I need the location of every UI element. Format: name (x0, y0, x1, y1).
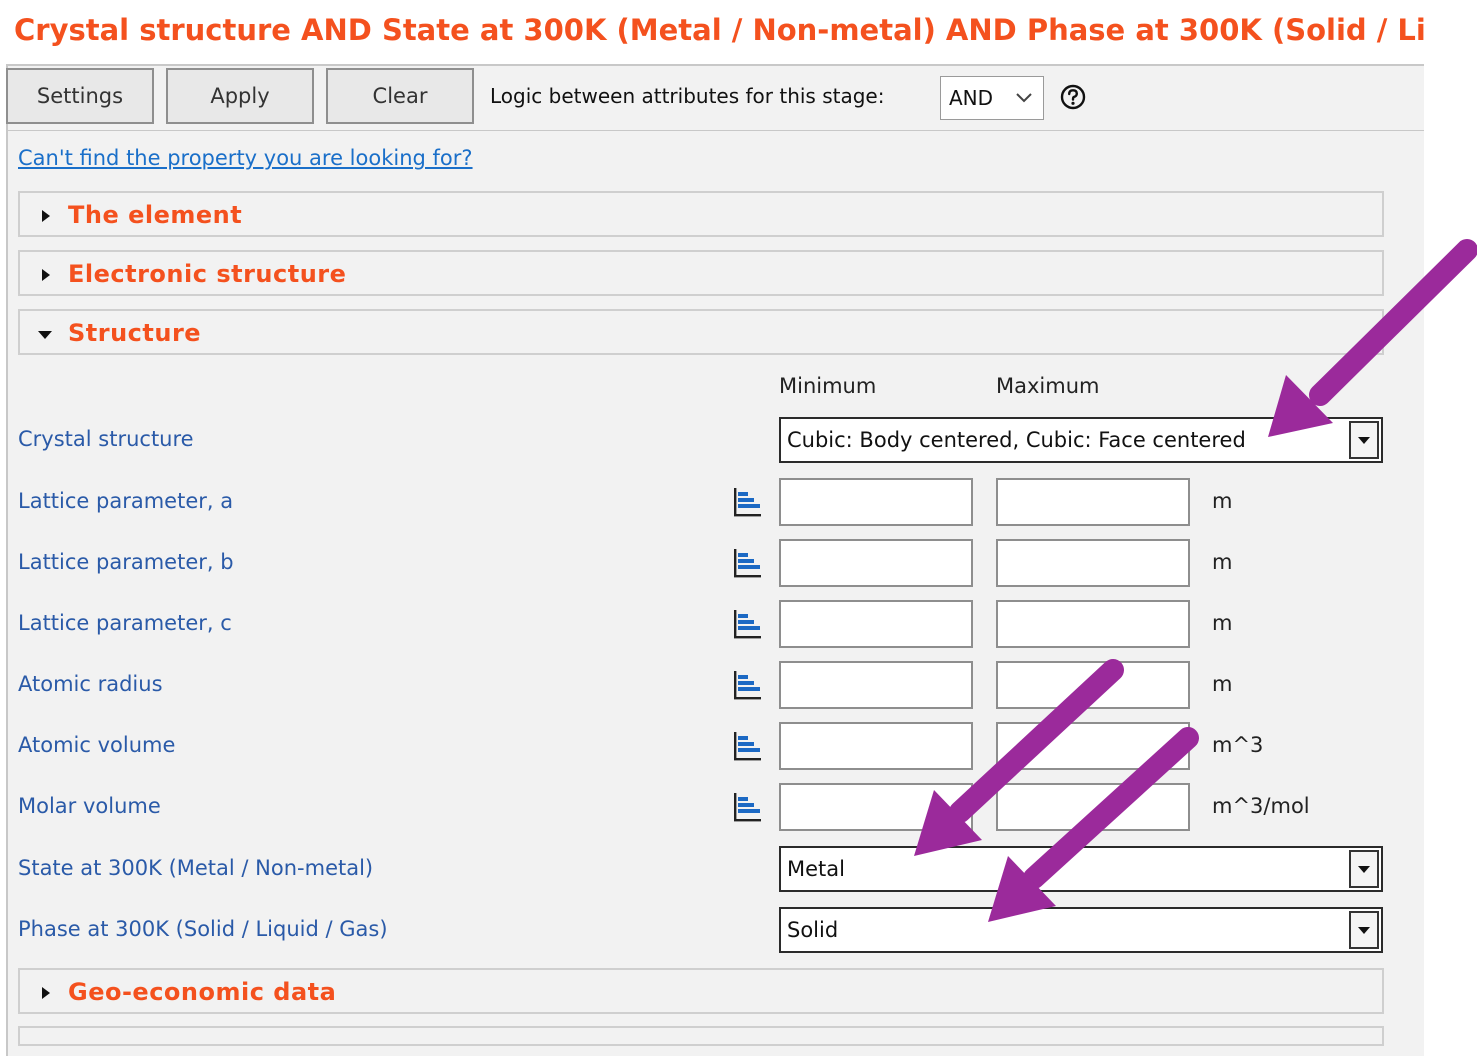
histogram-chart-icon[interactable] (730, 485, 764, 519)
lattice-a-max-input[interactable] (996, 478, 1190, 526)
atomic-volume-label: Atomic volume (18, 733, 176, 757)
histogram-chart-icon[interactable] (730, 546, 764, 580)
state-300k-dropdown[interactable]: Metal (779, 846, 1383, 892)
phase-300k-value: Solid (787, 918, 839, 942)
histogram-chart-icon[interactable] (730, 668, 764, 702)
dropdown-button[interactable] (1349, 421, 1379, 459)
section-label: Structure (68, 319, 202, 347)
molar-volume-min-input[interactable] (779, 783, 973, 831)
logic-label: Logic between attributes for this stage: (490, 84, 885, 108)
histogram-chart-icon[interactable] (730, 607, 764, 641)
crystal-structure-label: Crystal structure (18, 427, 194, 451)
molar-volume-max-input[interactable] (996, 783, 1190, 831)
crystal-structure-dropdown[interactable]: Cubic: Body centered, Cubic: Face center… (779, 417, 1383, 463)
section-label: The element (68, 201, 243, 229)
molar-volume-label: Molar volume (18, 794, 161, 818)
dropdown-button[interactable] (1349, 850, 1379, 888)
section-label: Geo-economic data (68, 978, 337, 1006)
lattice-b-label: Lattice parameter, b (18, 550, 234, 574)
atomic-radius-max-input[interactable] (996, 661, 1190, 709)
unit-label: m (1212, 489, 1233, 513)
atomic-radius-label: Atomic radius (18, 672, 163, 696)
unit-label: m (1212, 611, 1233, 635)
unit-label: m^3/mol (1212, 794, 1310, 818)
phase-300k-label: Phase at 300K (Solid / Liquid / Gas) (18, 917, 388, 941)
logic-select[interactable]: AND (940, 76, 1044, 120)
section-geo-economic-data[interactable]: Geo-economic data (18, 968, 1384, 1014)
section-electronic-structure[interactable]: Electronic structure (18, 250, 1384, 296)
dropdown-arrow-icon (1358, 437, 1370, 444)
phase-300k-dropdown[interactable]: Solid (779, 907, 1383, 953)
unit-label: m^3 (1212, 733, 1264, 757)
expand-triangle-icon (42, 269, 50, 281)
minimum-header: Minimum (779, 374, 877, 398)
expand-triangle-icon (42, 987, 50, 999)
atomic-radius-min-input[interactable] (779, 661, 973, 709)
dropdown-arrow-icon (1358, 866, 1370, 873)
chevron-down-icon (1016, 93, 1032, 103)
apply-button[interactable]: Apply (166, 68, 314, 124)
collapse-triangle-icon (38, 331, 52, 339)
expand-triangle-icon (42, 210, 50, 222)
section-the-element[interactable]: The element (18, 191, 1384, 237)
lattice-c-min-input[interactable] (779, 600, 973, 648)
lattice-b-max-input[interactable] (996, 539, 1190, 587)
toolbar-divider (6, 130, 1424, 131)
unit-label: m (1212, 672, 1233, 696)
lattice-c-max-input[interactable] (996, 600, 1190, 648)
settings-button[interactable]: Settings (6, 68, 154, 124)
unit-label: m (1212, 550, 1233, 574)
atomic-volume-min-input[interactable] (779, 722, 973, 770)
cant-find-property-link[interactable]: Can't find the property you are looking … (18, 146, 473, 170)
crystal-structure-value: Cubic: Body centered, Cubic: Face center… (787, 428, 1246, 452)
lattice-a-label: Lattice parameter, a (18, 489, 234, 513)
help-icon[interactable] (1060, 84, 1086, 110)
dropdown-arrow-icon (1358, 927, 1370, 934)
histogram-chart-icon[interactable] (730, 790, 764, 824)
atomic-volume-max-input[interactable] (996, 722, 1190, 770)
page-title: Crystal structure AND State at 300K (Met… (14, 13, 1424, 47)
logic-select-value: AND (949, 86, 994, 110)
state-300k-value: Metal (787, 857, 845, 881)
lattice-b-min-input[interactable] (779, 539, 973, 587)
dropdown-button[interactable] (1349, 911, 1379, 949)
section-label: Electronic structure (68, 260, 347, 288)
section-next-partial[interactable] (18, 1026, 1384, 1046)
lattice-c-label: Lattice parameter, c (18, 611, 232, 635)
section-structure[interactable]: Structure (18, 309, 1384, 355)
state-300k-label: State at 300K (Metal / Non-metal) (18, 856, 374, 880)
clear-button[interactable]: Clear (326, 68, 474, 124)
histogram-chart-icon[interactable] (730, 729, 764, 763)
maximum-header: Maximum (996, 374, 1100, 398)
lattice-a-min-input[interactable] (779, 478, 973, 526)
